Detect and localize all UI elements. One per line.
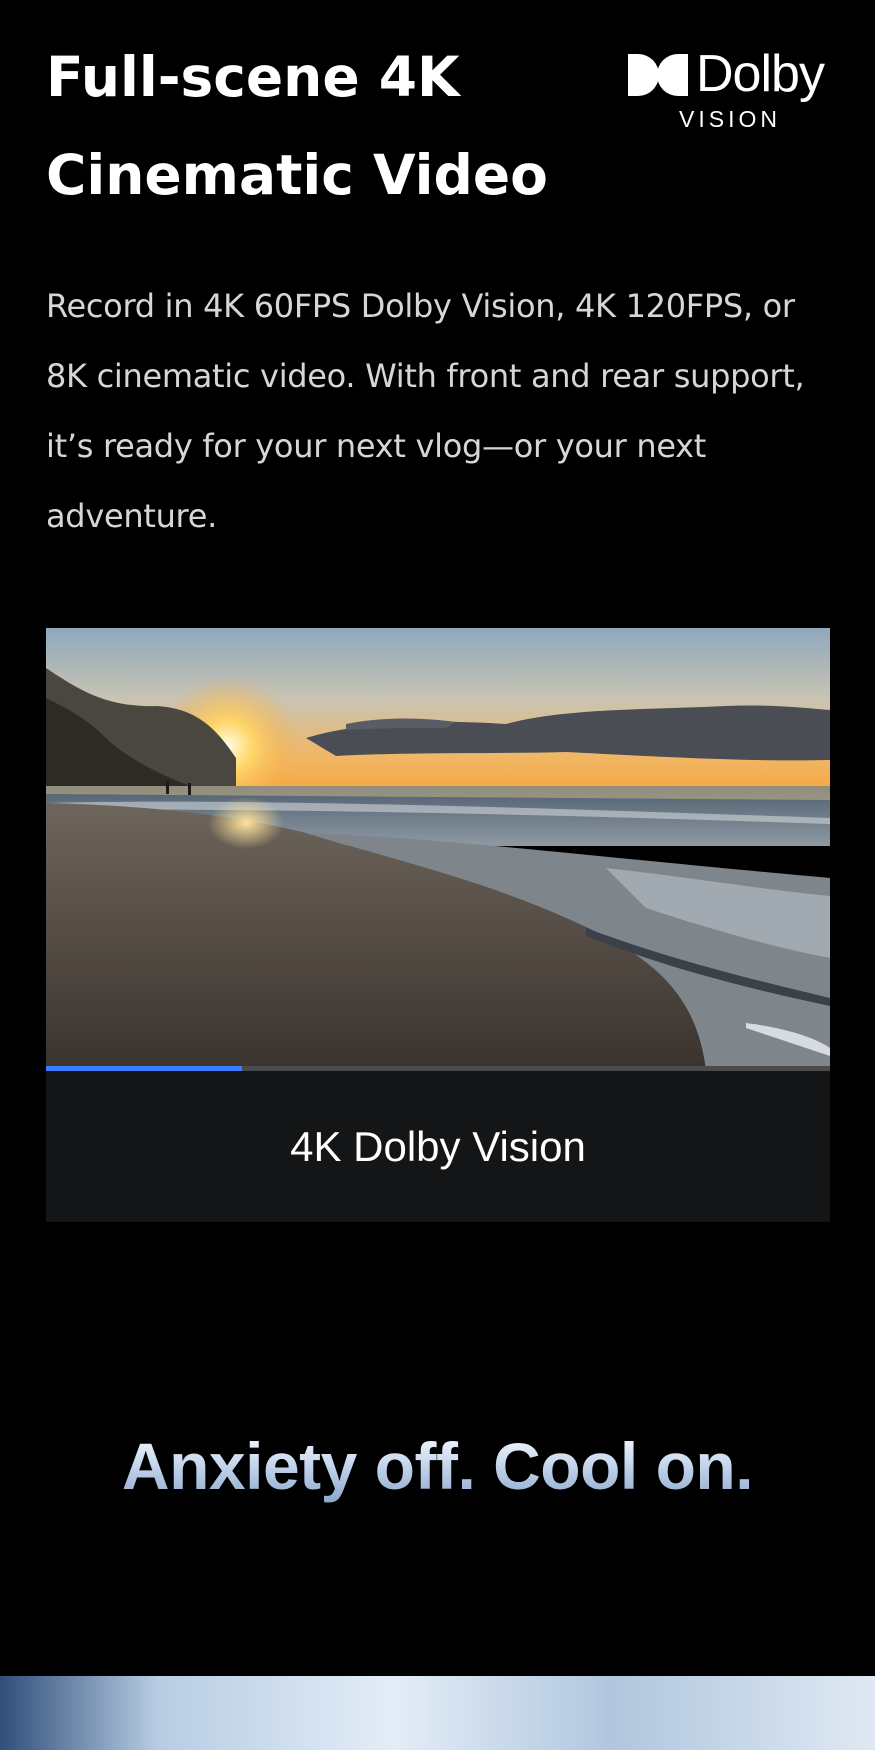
section-title-line-2: Cinematic Video [46, 143, 548, 207]
beach-sunset-image [46, 628, 830, 1071]
dolby-logo-word: Dolby [696, 45, 825, 103]
section-title: Full-scene 4K Cinematic Video [46, 28, 606, 224]
tagline: Anxiety off. Cool on. [0, 1428, 875, 1504]
dolby-double-d-icon [628, 54, 688, 96]
video-player[interactable] [46, 628, 830, 1071]
section-title-line-1: Full-scene 4K [46, 45, 460, 109]
video-caption-bar: 4K Dolby Vision [46, 1071, 830, 1222]
section-description: Record in 4K 60FPS Dolby Vision, 4K 120F… [46, 287, 805, 535]
dolby-logo-subtitle: VISION [679, 106, 781, 132]
dolby-vision-logo: Dolby VISION [626, 45, 831, 132]
video-caption: 4K Dolby Vision [290, 1122, 586, 1170]
video-card[interactable]: 4K Dolby Vision [46, 628, 830, 1222]
next-section-image [0, 1676, 875, 1750]
